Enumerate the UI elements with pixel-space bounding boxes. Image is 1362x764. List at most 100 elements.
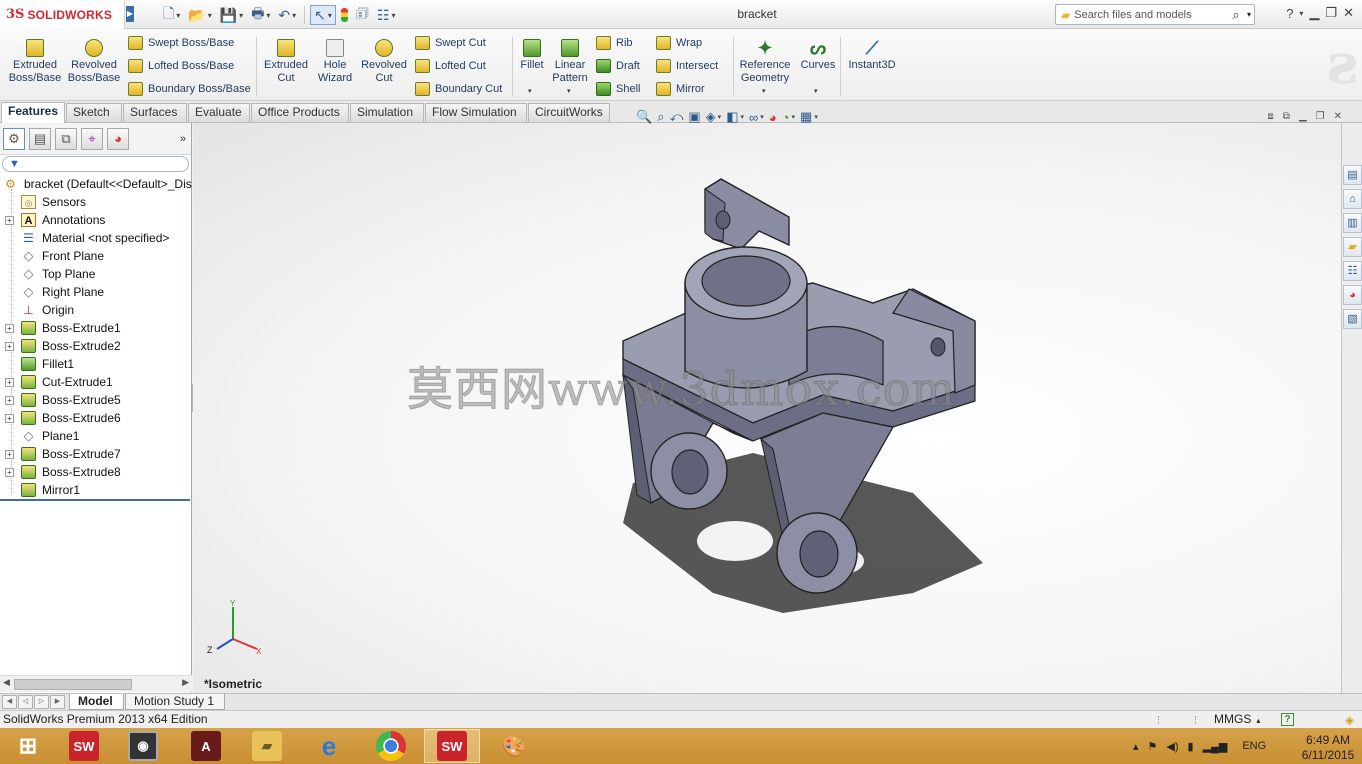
search-box[interactable]: ▰ Search files and models ⌕ ▾ bbox=[1055, 4, 1255, 25]
extruded-boss-button[interactable]: Extruded Boss/Base bbox=[6, 33, 64, 85]
menu-expand-arrow-icon[interactable]: ▶ bbox=[126, 6, 134, 22]
linear-pattern-dropdown-icon[interactable]: ▾ bbox=[567, 87, 571, 95]
tree-item-fillet1[interactable]: Fillet1 bbox=[0, 355, 192, 373]
extruded-cut-button[interactable]: Extruded Cut bbox=[260, 33, 312, 85]
taskbar-solidworks[interactable]: SW bbox=[56, 729, 112, 763]
expand-icon[interactable]: + bbox=[5, 396, 14, 405]
zoom-to-area-icon[interactable]: ⌕ bbox=[657, 109, 664, 125]
swept-cut-button[interactable]: Swept Cut bbox=[415, 36, 486, 50]
design-library-icon[interactable]: ▥ bbox=[1343, 213, 1362, 233]
start-button[interactable]: ⊞ bbox=[0, 729, 56, 763]
intersect-button[interactable]: Intersect bbox=[656, 59, 718, 73]
viewport-split-icon[interactable]: ⧈ bbox=[1267, 111, 1273, 122]
expand-icon[interactable]: + bbox=[5, 216, 14, 225]
dropdown-icon[interactable]: ▾ bbox=[814, 113, 818, 121]
undo-icon[interactable]: ↶ ▾ bbox=[275, 5, 299, 25]
zoom-to-fit-icon[interactable]: 🔍 bbox=[636, 109, 652, 125]
reference-geometry-button[interactable]: ✦ Reference Geometry bbox=[736, 33, 794, 85]
show-hidden-icons-icon[interactable]: ▴ bbox=[1133, 740, 1139, 753]
tree-item-boss-extrude1[interactable]: + Boss-Extrude1 bbox=[0, 319, 192, 337]
display-manager-tab-icon[interactable]: ◕ bbox=[107, 127, 129, 150]
scrollbar-thumb[interactable] bbox=[14, 679, 132, 690]
appearances-icon[interactable]: ◕ bbox=[1343, 285, 1362, 305]
help-icon[interactable]: ? bbox=[1286, 6, 1293, 21]
curves-dropdown-icon[interactable]: ▾ bbox=[814, 87, 818, 95]
fillet-button[interactable]: Fillet bbox=[516, 33, 548, 72]
expand-icon[interactable]: + bbox=[5, 324, 14, 333]
feature-tree-tab-icon[interactable]: ⚙ bbox=[3, 127, 25, 150]
minimize-icon[interactable]: ▁ bbox=[1309, 5, 1319, 21]
viewport-close-icon[interactable]: ✕ bbox=[1334, 111, 1342, 122]
apply-scene-icon[interactable]: ◔ bbox=[782, 110, 790, 125]
select-pointer-icon[interactable]: ↖ ▾ bbox=[310, 5, 336, 25]
rib-button[interactable]: Rib bbox=[596, 36, 633, 50]
scroll-right-icon[interactable]: ▶ bbox=[182, 677, 189, 688]
options-icon[interactable]: ☷ ▾ bbox=[374, 5, 399, 25]
restore-icon[interactable]: ❐ bbox=[1325, 5, 1337, 21]
tab-evaluate[interactable]: Evaluate bbox=[188, 103, 250, 122]
file-explorer-icon[interactable]: ▰ bbox=[1343, 237, 1362, 257]
close-icon[interactable]: ✕ bbox=[1343, 5, 1354, 21]
tree-item-boss-extrude7[interactable]: + Boss-Extrude7 bbox=[0, 445, 192, 463]
open-icon[interactable]: 📂 ▾ bbox=[185, 5, 214, 25]
search-icon[interactable]: ⌕ bbox=[1225, 7, 1247, 23]
scroll-left-icon[interactable]: ◀ bbox=[3, 677, 10, 688]
expand-icon[interactable]: + bbox=[5, 450, 14, 459]
linear-pattern-button[interactable]: Linear Pattern bbox=[549, 33, 591, 85]
tree-horizontal-scrollbar[interactable]: ◀ ▶ bbox=[0, 675, 192, 692]
viewport-minimize-icon[interactable]: ▁ bbox=[1299, 111, 1307, 122]
tree-item-sensors[interactable]: ◎ Sensors bbox=[0, 193, 192, 211]
instant3d-button[interactable]: ⟋ Instant3D bbox=[844, 33, 900, 72]
view-settings-icon[interactable]: ▦ bbox=[800, 109, 812, 125]
tree-item-boss-extrude8[interactable]: + Boss-Extrude8 bbox=[0, 463, 192, 481]
tab-features[interactable]: Features bbox=[1, 102, 65, 123]
tree-item-front-plane[interactable]: ◇ Front Plane bbox=[0, 247, 192, 265]
graphics-area[interactable]: 莫西网www.3dmox.com Y Z X *Isometric bbox=[193, 123, 1341, 693]
display-style-icon[interactable]: ◧ bbox=[726, 109, 738, 125]
first-tab-icon[interactable]: ◀ bbox=[2, 695, 17, 709]
tree-item-boss-extrude2[interactable]: + Boss-Extrude2 bbox=[0, 337, 192, 355]
viewport-link-icon[interactable]: ⧉ bbox=[1283, 111, 1290, 122]
previous-view-icon[interactable]: ⤺ bbox=[669, 109, 683, 125]
dimxpert-tab-icon[interactable]: ⌖ bbox=[81, 127, 103, 150]
quick-tips-icon[interactable]: ? bbox=[1281, 713, 1294, 726]
home-icon[interactable]: ⌂ bbox=[1343, 189, 1362, 209]
draft-button[interactable]: Draft bbox=[596, 59, 640, 73]
language-indicator[interactable]: ENG bbox=[1242, 740, 1266, 752]
boundary-boss-button[interactable]: Boundary Boss/Base bbox=[128, 82, 251, 96]
tree-item-plane1[interactable]: ◇ Plane1 bbox=[0, 427, 192, 445]
hole-wizard-button[interactable]: Hole Wizard bbox=[313, 33, 357, 85]
battery-icon[interactable]: ▮ bbox=[1188, 740, 1194, 753]
dropdown-icon[interactable]: ▾ bbox=[760, 113, 764, 121]
tab-flow-simulation[interactable]: Flow Simulation bbox=[425, 103, 527, 122]
expand-icon[interactable]: + bbox=[5, 414, 14, 423]
tree-item-mirror1[interactable]: Mirror1 bbox=[0, 481, 192, 499]
tree-item-material[interactable]: ☰ Material <not specified> bbox=[0, 229, 192, 247]
taskbar-file-explorer[interactable]: ▰ bbox=[239, 729, 295, 763]
search-input[interactable]: Search files and models bbox=[1074, 9, 1225, 21]
lofted-boss-button[interactable]: Lofted Boss/Base bbox=[128, 59, 234, 73]
expand-icon[interactable]: + bbox=[5, 342, 14, 351]
last-tab-icon[interactable]: ▶ bbox=[50, 695, 65, 709]
previous-tab-icon[interactable]: ◁ bbox=[18, 695, 33, 709]
tree-item-annotations[interactable]: + A Annotations bbox=[0, 211, 192, 229]
help-dropdown-icon[interactable]: ▾ bbox=[1299, 9, 1303, 18]
action-center-icon[interactable]: ⚑ bbox=[1148, 740, 1158, 753]
tab-motion-study-1[interactable]: Motion Study 1 bbox=[125, 694, 225, 710]
reference-geometry-dropdown-icon[interactable]: ▾ bbox=[762, 87, 766, 95]
file-properties-icon[interactable]: 🗊 bbox=[353, 5, 372, 25]
tree-item-cut-extrude1[interactable]: + Cut-Extrude1 bbox=[0, 373, 192, 391]
save-icon[interactable]: 💾 ▾ bbox=[217, 5, 246, 25]
tree-item-origin[interactable]: ⊥ Origin bbox=[0, 301, 192, 319]
view-palette-icon[interactable]: ☷ bbox=[1343, 261, 1362, 281]
expand-icon[interactable]: + bbox=[5, 378, 14, 387]
tab-sketch[interactable]: Sketch bbox=[66, 103, 122, 122]
print-icon[interactable]: 🖶 ▾ bbox=[248, 5, 273, 25]
rollback-bar[interactable] bbox=[0, 499, 190, 501]
tab-circuitworks[interactable]: CircuitWorks bbox=[528, 103, 610, 122]
tree-item-boss-extrude6[interactable]: + Boss-Extrude6 bbox=[0, 409, 192, 427]
mirror-button[interactable]: Mirror bbox=[656, 82, 705, 96]
taskbar-chrome[interactable] bbox=[363, 729, 419, 763]
hide-show-items-icon[interactable]: ∞ bbox=[749, 110, 758, 125]
dropdown-icon[interactable]: ▾ bbox=[740, 113, 744, 121]
